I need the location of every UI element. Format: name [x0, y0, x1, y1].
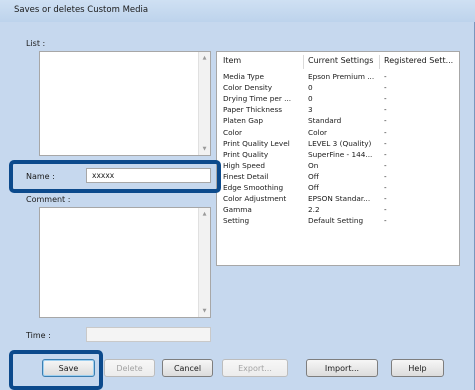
cell-registered-setting: - — [384, 216, 387, 226]
cell-item: Gamma — [223, 205, 252, 215]
list-label: List : — [26, 39, 46, 48]
cell-item: Finest Detail — [223, 171, 269, 181]
cell-item: Print Quality — [223, 149, 269, 159]
cell-current-setting: 0 — [308, 94, 313, 104]
column-header-registered-settings[interactable]: Registered Sett... — [384, 56, 453, 68]
cell-registered-setting: - — [384, 127, 387, 137]
name-input-value: xxxxx — [92, 171, 115, 180]
cell-registered-setting: - — [384, 171, 387, 181]
cell-registered-setting: - — [384, 116, 387, 126]
comment-label: Comment : — [26, 195, 71, 204]
export-button[interactable]: Export... — [222, 359, 288, 377]
cell-registered-setting: - — [384, 194, 387, 204]
cell-item: Drying Time per ... — [223, 94, 292, 104]
cell-current-setting: 2.2 — [308, 205, 320, 215]
scroll-up-icon[interactable]: ▲ — [199, 208, 210, 220]
cell-registered-setting: - — [384, 83, 387, 93]
custom-media-dialog: Saves or deletes Custom Media List : ▲ ▼… — [0, 0, 475, 390]
comment-textarea[interactable]: ▲ ▼ — [39, 207, 211, 318]
scroll-down-icon[interactable]: ▼ — [199, 305, 210, 317]
cell-current-setting: Default Setting — [308, 216, 364, 226]
cell-item: Setting — [223, 216, 250, 226]
cell-registered-setting: - — [384, 183, 387, 192]
time-field — [86, 327, 211, 342]
title-bar[interactable]: Saves or deletes Custom Media — [0, 0, 475, 22]
cell-item: Color Adjustment — [223, 194, 287, 204]
column-header-current-settings[interactable]: Current Settings — [308, 56, 373, 68]
cell-item: High Speed — [223, 160, 265, 170]
column-header-item[interactable]: Item — [223, 56, 241, 68]
media-list-scrollbar[interactable]: ▲ ▼ — [198, 52, 210, 155]
cell-registered-setting: - — [384, 138, 387, 148]
cell-item: Media Type — [223, 72, 264, 81]
window-title: Saves or deletes Custom Media — [14, 5, 149, 15]
comment-scrollbar[interactable]: ▲ ▼ — [198, 208, 210, 317]
cell-current-setting: SuperFine - 144... — [308, 149, 373, 159]
help-button[interactable]: Help — [391, 359, 444, 377]
cell-current-setting: EPSON Standar... — [308, 194, 371, 204]
import-button[interactable]: Import... — [306, 359, 378, 377]
time-label: Time : — [26, 331, 51, 340]
cell-item: Edge Smoothing — [223, 183, 284, 192]
cell-current-setting: 3 — [308, 105, 313, 115]
save-button[interactable]: Save — [42, 359, 95, 377]
cell-current-setting: Off — [308, 183, 319, 192]
cell-item: Platen Gap — [223, 116, 263, 126]
cell-registered-setting: - — [384, 205, 387, 215]
cell-registered-setting: - — [384, 160, 387, 170]
settings-table: Item Current Settings Registered Sett...… — [216, 51, 460, 266]
cell-current-setting: On — [308, 160, 319, 170]
name-input[interactable]: xxxxx — [86, 168, 211, 183]
cell-current-setting: Off — [308, 171, 319, 181]
scroll-up-icon[interactable]: ▲ — [199, 52, 210, 64]
cell-item: Color Density — [223, 83, 273, 93]
name-label: Name : — [26, 172, 55, 181]
scroll-down-icon[interactable]: ▼ — [199, 143, 210, 155]
cell-registered-setting: - — [384, 105, 387, 115]
cell-current-setting: Color — [308, 127, 328, 137]
cancel-button[interactable]: Cancel — [162, 359, 213, 377]
cell-current-setting: Epson Premium ... — [308, 72, 375, 81]
delete-button[interactable]: Delete — [104, 359, 155, 377]
cell-registered-setting: - — [384, 94, 387, 104]
cell-current-setting: LEVEL 3 (Quality) — [308, 138, 372, 148]
cell-current-setting: 0 — [308, 83, 313, 93]
cell-item: Paper Thickness — [223, 105, 283, 115]
cell-item: Print Quality Level — [223, 138, 290, 148]
cell-current-setting: Standard — [308, 116, 342, 126]
cell-registered-setting: - — [384, 72, 387, 81]
cell-item: Color — [223, 127, 243, 137]
cell-registered-setting: - — [384, 149, 387, 159]
media-list[interactable]: ▲ ▼ — [39, 51, 211, 156]
